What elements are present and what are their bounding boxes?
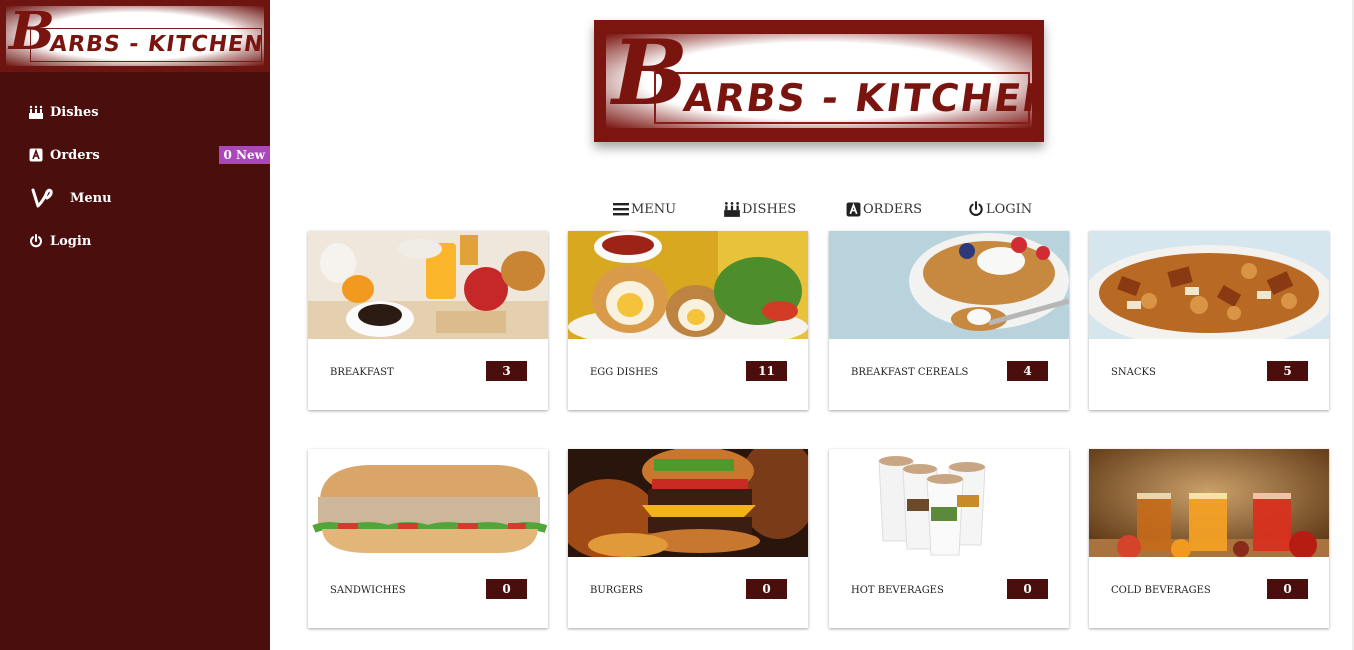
- category-card-burgers[interactable]: BURGERS 0: [568, 449, 808, 628]
- logo-letter: B: [8, 1, 56, 62]
- category-name: EGG DISHES: [590, 367, 659, 378]
- letter-a-box-icon: [844, 200, 862, 218]
- category-name: BREAKFAST CEREALS: [851, 367, 969, 378]
- sidebar-logo[interactable]: B ARBS - KITCHEN: [0, 0, 270, 72]
- header-logo: B ARBS - KITCHEN: [594, 20, 1044, 142]
- logo-text: ARBS - KITCHEN: [680, 76, 1044, 120]
- category-card-sandwiches[interactable]: SANDWICHES 0: [308, 449, 548, 628]
- sidebar-item-label: Orders: [50, 147, 100, 163]
- burgers-image: [568, 449, 808, 557]
- category-card-breakfast-cereals[interactable]: BREAKFAST CEREALS 4: [829, 231, 1069, 410]
- letter-a-box-icon: [28, 147, 44, 163]
- category-name: BREAKFAST: [330, 367, 394, 378]
- sandwiches-image: [308, 449, 548, 557]
- egg-dishes-image: [568, 231, 808, 339]
- breakfast-cereals-image: [829, 231, 1069, 339]
- hamburger-icon: [612, 200, 630, 218]
- category-card-cold-beverages[interactable]: COLD BEVERAGES 0: [1089, 449, 1329, 628]
- birthday-cake-icon: [723, 200, 741, 218]
- category-card-breakfast[interactable]: BREAKFAST 3: [308, 231, 548, 410]
- category-name: HOT BEVERAGES: [851, 585, 944, 596]
- category-count-badge: 11: [746, 361, 787, 381]
- hot-beverages-image: [829, 449, 1069, 557]
- nav-menu-link[interactable]: MENU: [612, 196, 676, 222]
- category-count-badge: 5: [1267, 361, 1308, 381]
- nav-link-label: LOGIN: [986, 201, 1033, 217]
- category-count-badge: 0: [486, 579, 527, 599]
- logo-text: ARBS - KITCHEN: [48, 32, 266, 57]
- sidebar-item-orders[interactable]: Orders 0 New: [0, 138, 270, 172]
- category-count-badge: 4: [1007, 361, 1048, 381]
- category-count-badge: 0: [1007, 579, 1048, 599]
- nav-link-label: DISHES: [742, 201, 797, 217]
- category-card-hot-beverages[interactable]: HOT BEVERAGES 0: [829, 449, 1069, 628]
- category-count-badge: 3: [486, 361, 527, 381]
- category-card-egg-dishes[interactable]: EGG DISHES 11: [568, 231, 808, 410]
- nav-orders-link[interactable]: ORDERS: [844, 196, 922, 222]
- sidebar: B ARBS - KITCHEN Dishes Orders 0 New Men…: [0, 0, 270, 650]
- nav-link-label: ORDERS: [863, 201, 923, 217]
- sidebar-item-label: Dishes: [50, 104, 99, 120]
- new-orders-badge: 0 New: [218, 146, 270, 164]
- nav-dishes-link[interactable]: DISHES: [723, 196, 796, 222]
- logo-letter: B: [612, 20, 689, 126]
- category-name: BURGERS: [590, 585, 643, 596]
- nav-login-link[interactable]: LOGIN: [967, 196, 1032, 222]
- category-count-badge: 0: [746, 579, 787, 599]
- power-icon: [967, 200, 985, 218]
- breakfast-image: [308, 231, 548, 339]
- category-name: SNACKS: [1111, 367, 1156, 378]
- nav-link-label: MENU: [631, 201, 677, 217]
- category-name: COLD BEVERAGES: [1111, 585, 1211, 596]
- sidebar-item-label: Login: [50, 233, 92, 249]
- birthday-cake-icon: [28, 104, 44, 120]
- snacks-image: [1089, 231, 1329, 339]
- top-nav: MENU DISHES ORDERS LOGIN: [0, 196, 1354, 222]
- sidebar-item-login[interactable]: Login: [0, 224, 270, 258]
- cold-beverages-image: [1089, 449, 1329, 557]
- power-icon: [28, 233, 44, 249]
- category-card-snacks[interactable]: SNACKS 5: [1089, 231, 1329, 410]
- sidebar-item-dishes[interactable]: Dishes: [0, 95, 270, 129]
- category-count-badge: 0: [1267, 579, 1308, 599]
- category-name: SANDWICHES: [330, 585, 406, 596]
